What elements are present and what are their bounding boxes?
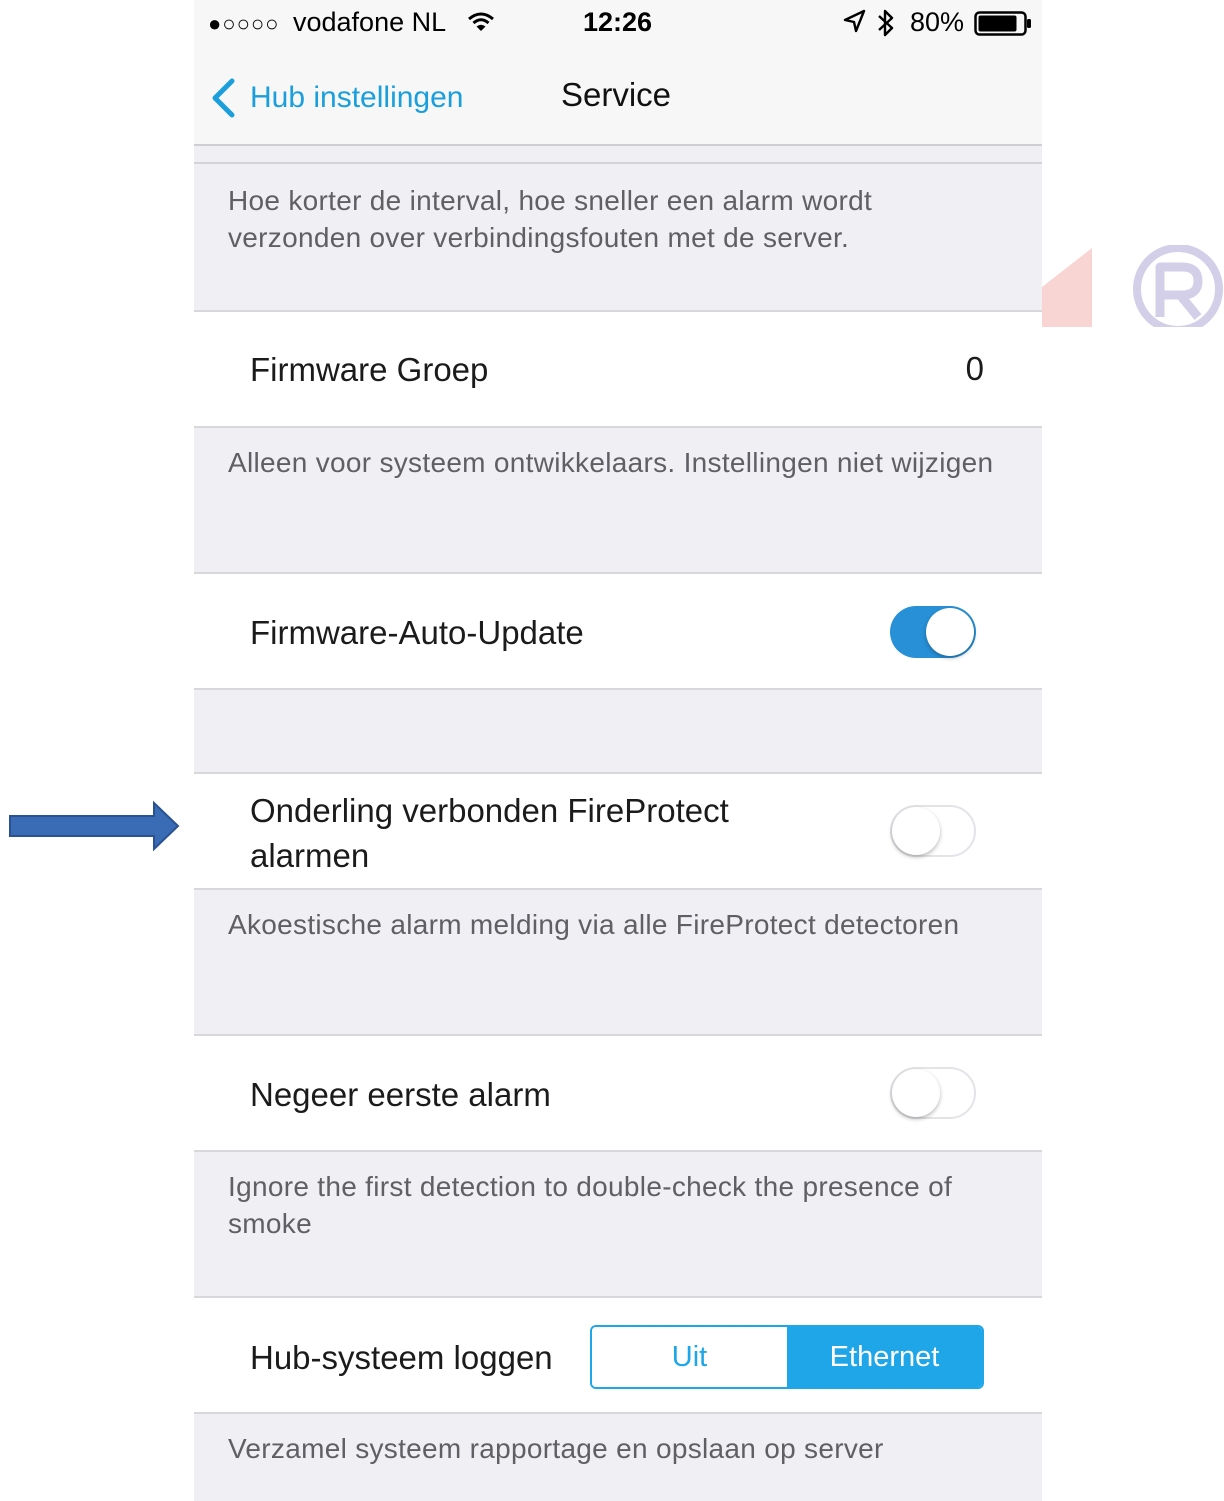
firmware-group-label: Firmware Groep <box>250 351 489 388</box>
hub-logging-footer: Verzamel systeem rapportage en opslaan o… <box>194 1414 1042 1501</box>
ignore-first-alarm-row: Negeer eerste alarm <box>194 1034 1042 1152</box>
registered-mark-icon <box>1042 245 1223 327</box>
segment-ethernet[interactable]: Ethernet <box>787 1327 982 1387</box>
firmware-auto-update-row: Firmware-Auto-Update <box>194 572 1042 690</box>
back-button-label: Hub instellingen <box>250 81 464 114</box>
toggle-knob <box>926 608 974 656</box>
firmware-group-row[interactable]: Firmware Groep 0 <box>194 310 1042 428</box>
toggle-knob <box>892 807 940 855</box>
location-arrow-icon <box>842 9 866 42</box>
interval-footer-text: Hoe korter de interval, hoe sneller een … <box>228 185 873 253</box>
battery-icon <box>974 11 1032 44</box>
interconnected-footer-text: Akoestische alarm melding via alle FireP… <box>228 909 960 940</box>
firmware-group-footer-text: Alleen voor systeem ontwikkelaars. Inste… <box>228 447 994 478</box>
hub-logging-row: Hub-systeem loggen Uit Ethernet <box>194 1296 1042 1414</box>
toggle-knob <box>892 1069 940 1117</box>
clock: 12:26 <box>583 7 653 37</box>
chevron-left-icon <box>212 78 235 118</box>
firmware-auto-update-label: Firmware-Auto-Update <box>250 614 584 651</box>
carrier-name: vodafone NL <box>293 7 447 37</box>
segment-uit[interactable]: Uit <box>592 1327 787 1387</box>
ignore-first-footer-text: Ignore the first detection to double-che… <box>228 1171 953 1239</box>
phone-screen: ●○○○○ vodafone NL 12:26 80% Hub instelli… <box>194 0 1042 1501</box>
hub-logging-label: Hub-systeem loggen <box>250 1339 553 1376</box>
firmware-group-footer: Alleen voor systeem ontwikkelaars. Inste… <box>194 428 1042 573</box>
status-bar: ●○○○○ vodafone NL 12:26 80% <box>194 0 1042 46</box>
annotation-arrow-icon <box>9 800 180 852</box>
battery-percent: 80% <box>910 7 965 37</box>
interconnected-alarms-row: Onderling verbonden FireProtect alarmen <box>194 772 1042 890</box>
interconnected-alarms-toggle[interactable] <box>890 805 976 857</box>
interval-footer: Hoe korter de interval, hoe sneller een … <box>194 164 1042 310</box>
navigation-bar: Hub instellingen Service <box>194 46 1042 146</box>
wifi-icon <box>466 10 496 41</box>
interconnected-alarms-label: Onderling verbonden FireProtect alarmen <box>250 792 729 874</box>
bluetooth-icon <box>876 8 896 45</box>
interconnected-footer: Akoestische alarm melding via alle FireP… <box>194 890 1042 1035</box>
ignore-first-footer: Ignore the first detection to double-che… <box>194 1152 1042 1297</box>
ignore-first-alarm-toggle[interactable] <box>890 1067 976 1119</box>
signal-strength: ●○○○○ <box>208 11 280 36</box>
hub-logging-footer-text: Verzamel systeem rapportage en opslaan o… <box>228 1433 884 1464</box>
firmware-group-value: 0 <box>965 350 984 387</box>
hub-logging-segmented-control[interactable]: Uit Ethernet <box>590 1325 984 1389</box>
page-title: Service <box>561 76 672 113</box>
back-button[interactable]: Hub instellingen <box>210 76 463 120</box>
ignore-first-alarm-label: Negeer eerste alarm <box>250 1076 551 1113</box>
firmware-auto-update-toggle[interactable] <box>890 606 976 658</box>
